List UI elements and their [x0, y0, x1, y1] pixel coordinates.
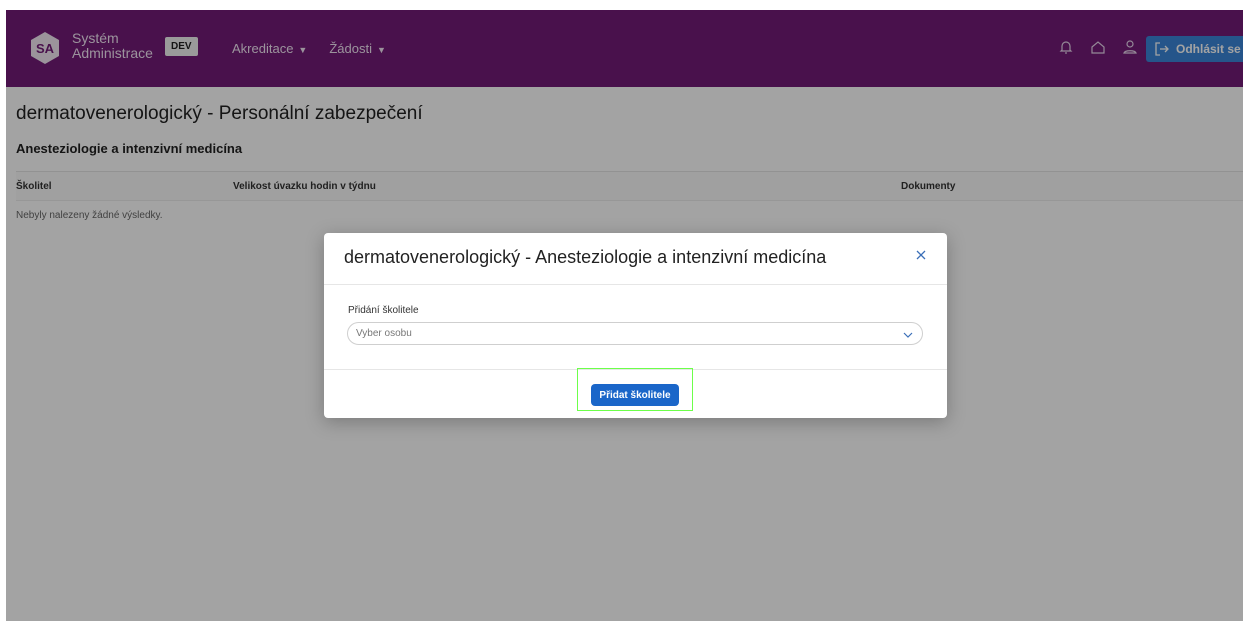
- person-select[interactable]: Vyber osobu: [347, 322, 923, 345]
- add-trainer-modal: dermatovenerologický - Anesteziologie a …: [324, 233, 947, 418]
- app-root: SA Systém Administrace DEV Akreditace ▼ Ž…: [6, 10, 1243, 621]
- modal-header-divider: [324, 284, 947, 285]
- close-icon[interactable]: [913, 247, 929, 263]
- add-trainer-button[interactable]: Přidat školitele: [591, 384, 679, 406]
- select-placeholder: Vyber osobu: [356, 328, 412, 339]
- field-label: Přidání školitele: [348, 305, 419, 316]
- modal-title: dermatovenerologický - Anesteziologie a …: [344, 247, 827, 267]
- chevron-down-icon: [902, 328, 914, 340]
